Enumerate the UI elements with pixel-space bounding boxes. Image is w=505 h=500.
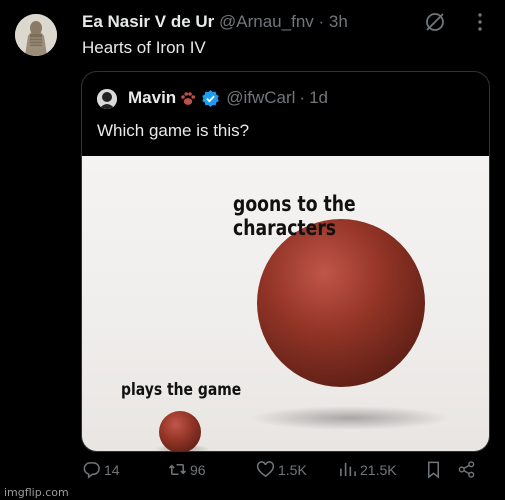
action-bar: 14 96 1.5K 21.5K: [82, 460, 492, 486]
like-icon: [256, 461, 275, 478]
small-ball: [159, 411, 201, 451]
like-button[interactable]: 1.5K: [256, 460, 307, 479]
like-count: 1.5K: [278, 461, 307, 478]
small-ball-caption: plays the game: [121, 380, 242, 400]
share-button[interactable]: [457, 460, 479, 479]
share-icon: [458, 461, 475, 478]
quoted-tweet-time[interactable]: 1d: [309, 88, 328, 108]
tweet-time[interactable]: 3h: [329, 12, 348, 31]
reply-icon: [83, 462, 100, 479]
big-ball: [257, 219, 425, 387]
grok-icon[interactable]: [424, 11, 446, 33]
quoted-tweet-text: Which game is this?: [97, 121, 250, 140]
author-name[interactable]: Ea Nasir V de Ur: [82, 12, 214, 31]
reply-count: 14: [104, 461, 120, 478]
views-button[interactable]: 21.5K: [338, 460, 397, 479]
repost-button[interactable]: 96: [168, 460, 206, 479]
quoted-tweet[interactable]: Mavin @ifwCarl · 1d Which game is this?: [81, 71, 490, 452]
views-count: 21.5K: [360, 461, 397, 478]
repost-icon: [168, 463, 187, 476]
verified-icon[interactable]: [201, 89, 220, 108]
quoted-author-avatar[interactable]: [97, 89, 117, 109]
watermark: imgflip.com: [4, 486, 69, 499]
quoted-separator-dot: ·: [299, 88, 306, 107]
bookmark-button[interactable]: [424, 460, 446, 479]
author-avatar[interactable]: [15, 14, 57, 56]
tweet-text: Hearts of Iron IV: [82, 38, 206, 57]
author-handle[interactable]: @Arnau_fnv: [219, 12, 314, 31]
tweet-header: Ea Nasir V de Ur @Arnau_fnv · 3h: [82, 12, 348, 32]
repost-count: 96: [190, 461, 206, 478]
more-icon[interactable]: [470, 12, 490, 32]
views-icon: [340, 462, 356, 477]
meme-image[interactable]: goons to the characters plays the game: [82, 156, 489, 451]
paw-icon: [179, 89, 197, 107]
big-ball-caption: goons to the characters: [233, 192, 356, 240]
quoted-author-handle[interactable]: @ifwCarl: [226, 88, 295, 108]
reply-button[interactable]: 14: [82, 460, 120, 479]
separator-dot: ·: [318, 12, 325, 31]
quoted-header: Mavin @ifwCarl · 1d: [128, 88, 328, 108]
big-ball-shadow: [250, 406, 450, 430]
bookmark-icon: [427, 461, 440, 479]
quoted-author-name[interactable]: Mavin: [128, 88, 176, 108]
